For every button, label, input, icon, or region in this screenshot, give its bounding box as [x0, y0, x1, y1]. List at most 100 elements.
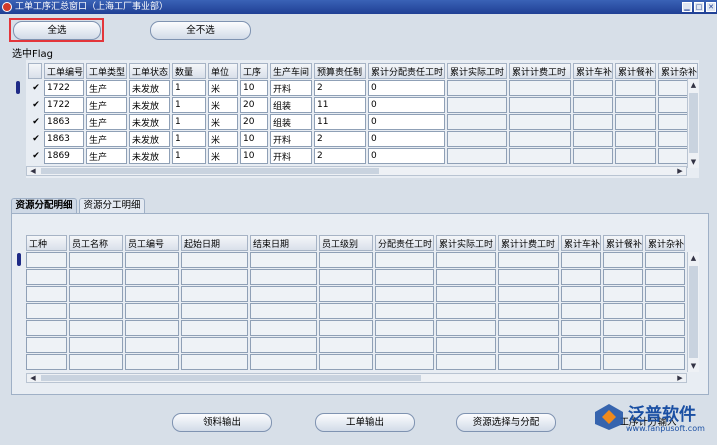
table-cell[interactable] — [125, 320, 179, 336]
column-header[interactable]: 累计实际工时 — [436, 235, 496, 251]
table-cell[interactable] — [375, 286, 434, 302]
table-cell[interactable] — [561, 252, 602, 268]
column-header[interactable]: 累计分配责任工时 — [368, 63, 446, 79]
table-cell[interactable]: 米 — [208, 80, 239, 96]
table-cell[interactable] — [375, 269, 434, 285]
table-cell[interactable] — [645, 286, 686, 302]
table-cell[interactable] — [250, 252, 317, 268]
table-cell[interactable] — [615, 97, 657, 113]
table-cell[interactable] — [509, 80, 572, 96]
scroll-thumb[interactable] — [41, 168, 379, 174]
table-cell[interactable] — [436, 252, 496, 268]
deselect-all-button[interactable]: 全不选 — [150, 21, 251, 40]
table-cell[interactable] — [603, 354, 644, 370]
table-cell[interactable]: 米 — [208, 97, 239, 113]
table-cell[interactable] — [645, 337, 686, 353]
table-cell[interactable] — [509, 148, 572, 164]
column-header[interactable]: 数量 — [172, 63, 207, 79]
table-row[interactable]: ✔ 1722 生产 未发放 1 米 10 开料 2 0 — [28, 80, 699, 96]
table-cell[interactable]: 生产 — [86, 131, 128, 147]
table-cell[interactable]: 开料 — [270, 131, 313, 147]
table-cell[interactable]: 米 — [208, 131, 239, 147]
table-cell[interactable]: 生产 — [86, 114, 128, 130]
table-cell[interactable] — [181, 252, 248, 268]
bottom-grid-horizontal-scrollbar[interactable]: ◀ ▶ — [26, 373, 687, 383]
table-cell[interactable] — [573, 131, 614, 147]
table-cell[interactable] — [561, 269, 602, 285]
table-cell[interactable] — [26, 303, 67, 319]
table-cell[interactable] — [375, 354, 434, 370]
scroll-up-icon[interactable]: ▲ — [688, 80, 699, 90]
table-cell[interactable]: 0 — [368, 114, 446, 130]
table-cell[interactable] — [645, 269, 686, 285]
column-header[interactable]: 累计车补 — [573, 63, 614, 79]
table-cell[interactable] — [69, 252, 123, 268]
table-row[interactable] — [26, 337, 686, 353]
table-cell[interactable] — [319, 303, 373, 319]
column-header[interactable]: 累计计费工时 — [509, 63, 572, 79]
table-cell[interactable] — [603, 337, 644, 353]
table-cell[interactable] — [69, 303, 123, 319]
table-cell[interactable] — [250, 286, 317, 302]
scroll-thumb[interactable] — [41, 375, 421, 381]
scroll-right-icon[interactable]: ▶ — [675, 374, 685, 382]
table-cell[interactable] — [509, 131, 572, 147]
table-cell[interactable] — [125, 337, 179, 353]
column-header[interactable]: 工单状态 — [129, 63, 171, 79]
table-cell[interactable] — [181, 337, 248, 353]
table-row[interactable] — [26, 303, 686, 319]
table-cell[interactable] — [125, 354, 179, 370]
table-cell[interactable]: 2 — [314, 148, 367, 164]
table-cell[interactable] — [573, 80, 614, 96]
table-cell[interactable] — [509, 97, 572, 113]
table-cell[interactable]: 1 — [172, 131, 207, 147]
table-cell[interactable] — [375, 337, 434, 353]
column-header[interactable]: 累计杂补 — [645, 235, 686, 251]
table-cell[interactable] — [69, 320, 123, 336]
table-cell[interactable] — [69, 337, 123, 353]
table-cell[interactable] — [561, 303, 602, 319]
table-cell[interactable] — [447, 148, 508, 164]
table-cell[interactable] — [561, 337, 602, 353]
scroll-left-icon[interactable]: ◀ — [28, 374, 38, 382]
table-cell[interactable] — [436, 303, 496, 319]
table-cell[interactable] — [181, 286, 248, 302]
table-cell[interactable]: 组装 — [270, 97, 313, 113]
table-cell[interactable]: 1 — [172, 114, 207, 130]
column-header[interactable]: 员工编号 — [125, 235, 179, 251]
table-cell[interactable] — [603, 320, 644, 336]
table-cell[interactable] — [561, 354, 602, 370]
table-row[interactable] — [26, 354, 686, 370]
column-header[interactable]: 结束日期 — [250, 235, 317, 251]
table-cell[interactable] — [447, 97, 508, 113]
table-cell[interactable]: 米 — [208, 114, 239, 130]
table-cell[interactable] — [436, 286, 496, 302]
table-cell[interactable] — [561, 286, 602, 302]
tab-resource-division[interactable]: 资源分工明细 — [79, 198, 145, 213]
column-header[interactable]: 员工名称 — [69, 235, 123, 251]
column-header[interactable]: 生产车间 — [270, 63, 313, 79]
table-cell[interactable] — [509, 114, 572, 130]
table-cell[interactable]: 11 — [314, 97, 367, 113]
table-row[interactable]: ✔ 1863 生产 未发放 1 米 10 开料 2 0 — [28, 131, 699, 147]
table-cell[interactable] — [26, 252, 67, 268]
top-grid-horizontal-scrollbar[interactable]: ◀ ▶ — [26, 166, 687, 176]
table-cell[interactable] — [319, 252, 373, 268]
column-header[interactable]: 分配责任工时 — [375, 235, 434, 251]
table-cell[interactable] — [615, 80, 657, 96]
table-cell[interactable]: 20 — [240, 97, 269, 113]
table-cell[interactable] — [375, 320, 434, 336]
table-cell[interactable] — [69, 269, 123, 285]
table-cell[interactable]: 1 — [172, 80, 207, 96]
table-cell[interactable] — [645, 354, 686, 370]
table-cell[interactable]: 米 — [208, 148, 239, 164]
table-cell[interactable]: 未发放 — [129, 131, 171, 147]
table-row[interactable] — [26, 320, 686, 336]
table-cell[interactable] — [498, 269, 559, 285]
table-cell[interactable] — [375, 252, 434, 268]
bottom-grid-vertical-scrollbar[interactable]: ▲ ▼ — [687, 252, 699, 372]
table-cell[interactable]: 0 — [368, 148, 446, 164]
column-header[interactable]: 工单编号 — [44, 63, 85, 79]
table-cell[interactable] — [319, 354, 373, 370]
table-cell[interactable] — [319, 286, 373, 302]
